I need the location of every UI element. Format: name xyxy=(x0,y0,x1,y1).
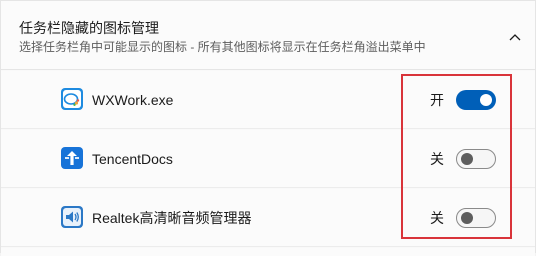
speaker-icon xyxy=(61,206,83,228)
highlight-box xyxy=(401,74,512,239)
collapse-button[interactable] xyxy=(501,25,529,49)
app-name: WXWork.exe xyxy=(92,92,174,108)
section-title: 任务栏隐藏的图标管理 xyxy=(19,20,159,36)
next-row-partial xyxy=(1,248,535,256)
app-name: Realtek高清晰音频管理器 xyxy=(92,210,252,226)
section-subtitle: 选择任务栏角中可能显示的图标 - 所有其他图标将显示在任务栏角溢出菜单中 xyxy=(19,40,426,54)
app-name: TencentDocs xyxy=(92,151,173,167)
wxwork-icon xyxy=(61,88,83,110)
section-header[interactable]: 任务栏隐藏的图标管理 选择任务栏角中可能显示的图标 - 所有其他图标将显示在任务… xyxy=(1,1,535,70)
tencent-docs-icon xyxy=(61,147,83,169)
taskbar-corner-overflow-panel: 任务栏隐藏的图标管理 选择任务栏角中可能显示的图标 - 所有其他图标将显示在任务… xyxy=(0,0,536,256)
chevron-up-icon xyxy=(509,34,521,41)
